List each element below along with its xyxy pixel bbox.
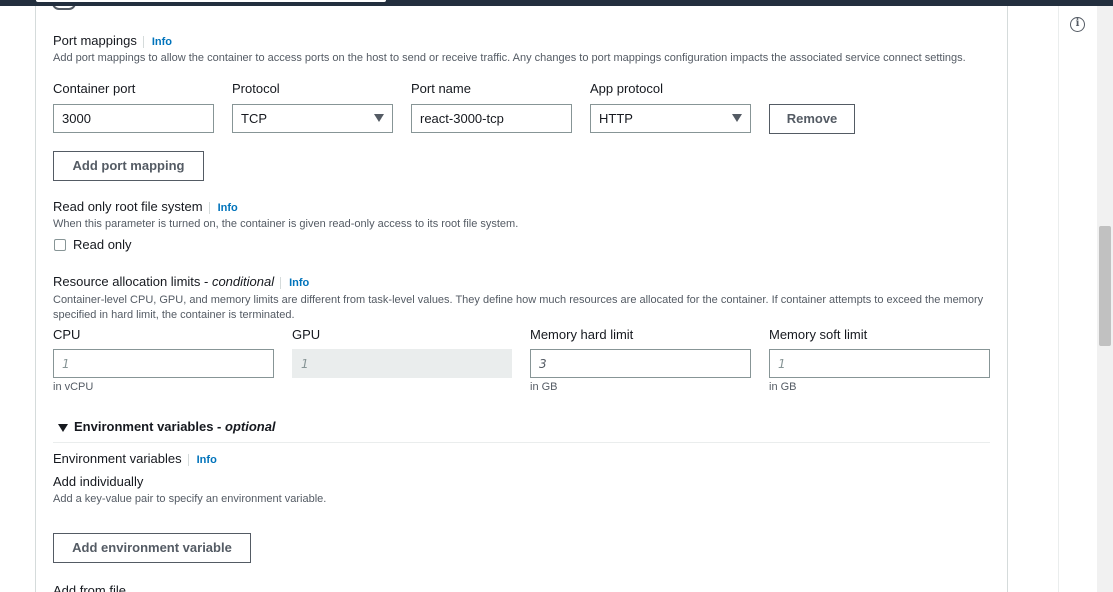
- remove-port-mapping-button[interactable]: Remove: [769, 104, 855, 134]
- env-section-divider: [53, 442, 990, 443]
- port-name-input[interactable]: react-3000-tcp: [411, 104, 572, 133]
- cpu-label: CPU: [53, 327, 81, 342]
- memory-hard-limit-hint: in GB: [530, 381, 558, 393]
- resource-limits-header: Resource allocation limits - conditional…: [53, 274, 310, 289]
- memory-hard-limit-label: Memory hard limit: [530, 327, 634, 342]
- resource-limits-info-link[interactable]: Info: [280, 277, 310, 289]
- protocol-select-value: TCP: [241, 111, 267, 126]
- add-port-mapping-button[interactable]: Add port mapping: [53, 151, 204, 181]
- add-individually-description: Add a key-value pair to specify an envir…: [53, 493, 327, 505]
- read-only-description: When this parameter is turned on, the co…: [53, 218, 519, 230]
- memory-soft-limit-label: Memory soft limit: [769, 327, 868, 342]
- caret-down-icon: [732, 114, 742, 122]
- right-rail-divider: [1058, 6, 1059, 592]
- container-port-input[interactable]: 3000: [53, 104, 214, 133]
- memory-hard-limit-input[interactable]: 3: [530, 349, 751, 378]
- memory-soft-limit-input[interactable]: 1: [769, 349, 990, 378]
- add-individually-title: Add individually: [53, 474, 144, 489]
- toggle-switch[interactable]: [52, 6, 76, 10]
- app-protocol-select-value: HTTP: [599, 111, 633, 126]
- read-only-checkbox-label[interactable]: Read only: [73, 237, 132, 252]
- cpu-input[interactable]: 1: [53, 349, 274, 378]
- expand-caret-down-icon[interactable]: [58, 424, 68, 432]
- gpu-input: 1: [292, 349, 512, 378]
- port-mappings-header: Port mappings Info: [53, 33, 172, 48]
- port-name-label: Port name: [411, 81, 471, 96]
- resource-limits-description: Container-level CPU, GPU, and memory lim…: [53, 294, 984, 321]
- port-mappings-info-link[interactable]: Info: [142, 36, 172, 48]
- env-variables-title: Environment variables: [53, 451, 182, 466]
- read-only-title: Read only root file system: [53, 199, 203, 214]
- env-section-title-optional: optional: [225, 419, 276, 434]
- env-section-header[interactable]: Environment variables - optional: [74, 419, 276, 434]
- protocol-label: Protocol: [232, 81, 280, 96]
- container-settings-panel: Port mappings Info Add port mappings to a…: [35, 6, 1008, 592]
- app-protocol-label: App protocol: [590, 81, 663, 96]
- gpu-label: GPU: [292, 327, 321, 342]
- env-section-title: Environment variables -: [74, 419, 225, 434]
- read-only-header: Read only root file system Info: [53, 199, 238, 214]
- port-mappings-title: Port mappings: [53, 33, 137, 48]
- app-protocol-select[interactable]: HTTP: [590, 104, 751, 133]
- read-only-checkbox[interactable]: [54, 239, 66, 251]
- cpu-hint: in vCPU: [53, 381, 94, 393]
- add-environment-variable-button[interactable]: Add environment variable: [53, 533, 251, 563]
- env-variables-header: Environment variables Info: [53, 451, 217, 466]
- protocol-select[interactable]: TCP: [232, 104, 393, 133]
- read-only-info-link[interactable]: Info: [208, 202, 238, 214]
- memory-soft-limit-hint: in GB: [769, 381, 797, 393]
- add-from-file-title: Add from file: [53, 583, 126, 592]
- scrollbar-thumb[interactable]: [1099, 226, 1111, 346]
- resource-limits-title: Resource allocation limits -: [53, 274, 212, 289]
- top-search-field[interactable]: [36, 0, 386, 2]
- info-panel-icon[interactable]: i: [1070, 17, 1085, 32]
- port-mappings-description: Add port mappings to allow the container…: [53, 52, 966, 64]
- resource-limits-title-conditional: conditional: [211, 274, 275, 289]
- env-variables-info-link[interactable]: Info: [187, 454, 217, 466]
- container-port-label: Container port: [53, 81, 136, 96]
- caret-down-icon: [374, 114, 384, 122]
